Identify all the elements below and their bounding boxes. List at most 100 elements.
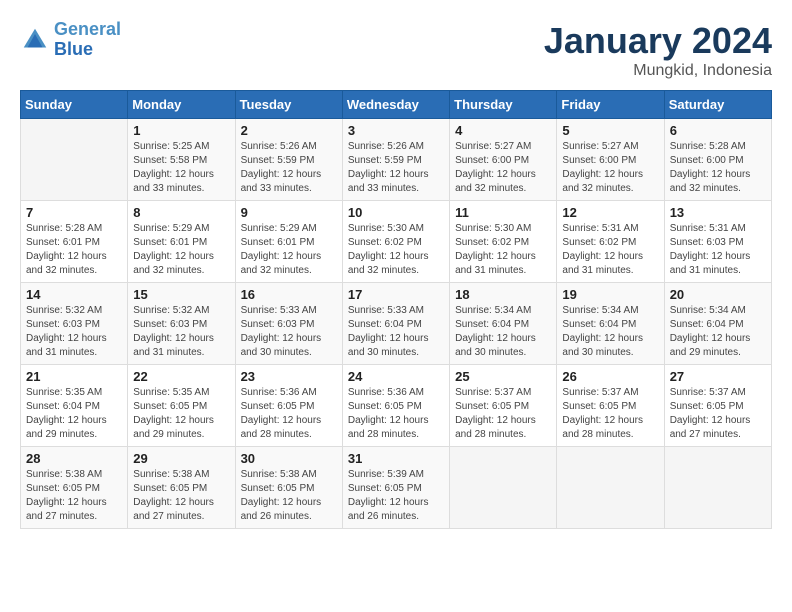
day-info: Sunrise: 5:38 AMSunset: 6:05 PMDaylight:… <box>26 468 122 524</box>
day-number: 6 <box>670 123 766 138</box>
header-sunday: Sunday <box>21 91 128 119</box>
logo-text: General Blue <box>54 20 121 60</box>
day-info: Sunrise: 5:27 AMSunset: 6:00 PMDaylight:… <box>455 140 551 196</box>
day-number: 4 <box>455 123 551 138</box>
calendar-cell: 15 Sunrise: 5:32 AMSunset: 6:03 PMDayligh… <box>128 283 235 365</box>
month-title: January 2024 <box>544 20 772 62</box>
calendar-cell: 1 Sunrise: 5:25 AMSunset: 5:58 PMDaylight… <box>128 119 235 201</box>
calendar-cell: 5 Sunrise: 5:27 AMSunset: 6:00 PMDaylight… <box>557 119 664 201</box>
day-info: Sunrise: 5:36 AMSunset: 6:05 PMDaylight:… <box>241 386 337 442</box>
day-number: 13 <box>670 205 766 220</box>
day-number: 19 <box>562 287 658 302</box>
calendar-header-row: SundayMondayTuesdayWednesdayThursdayFrid… <box>21 91 772 119</box>
day-number: 25 <box>455 369 551 384</box>
calendar-cell: 29 Sunrise: 5:38 AMSunset: 6:05 PMDayligh… <box>128 447 235 529</box>
day-info: Sunrise: 5:37 AMSunset: 6:05 PMDaylight:… <box>455 386 551 442</box>
calendar-cell: 17 Sunrise: 5:33 AMSunset: 6:04 PMDayligh… <box>342 283 449 365</box>
day-info: Sunrise: 5:38 AMSunset: 6:05 PMDaylight:… <box>133 468 229 524</box>
day-info: Sunrise: 5:39 AMSunset: 6:05 PMDaylight:… <box>348 468 444 524</box>
day-number: 1 <box>133 123 229 138</box>
calendar-cell: 9Sunrise: 5:29 AMSunset: 6:01 PMDaylight… <box>235 201 342 283</box>
day-info: Sunrise: 5:31 AMSunset: 6:02 PMDaylight:… <box>562 222 658 278</box>
calendar-cell: 21 Sunrise: 5:35 AMSunset: 6:04 PMDayligh… <box>21 365 128 447</box>
day-number: 16 <box>241 287 337 302</box>
calendar-cell: 26 Sunrise: 5:37 AMSunset: 6:05 PMDayligh… <box>557 365 664 447</box>
day-info: Sunrise: 5:35 AMSunset: 6:05 PMDaylight:… <box>133 386 229 442</box>
day-info: Sunrise: 5:34 AMSunset: 6:04 PMDaylight:… <box>670 304 766 360</box>
header-friday: Friday <box>557 91 664 119</box>
day-info: Sunrise: 5:34 AMSunset: 6:04 PMDaylight:… <box>455 304 551 360</box>
header-saturday: Saturday <box>664 91 771 119</box>
calendar-table: SundayMondayTuesdayWednesdayThursdayFrid… <box>20 90 772 529</box>
calendar-cell: 22Sunrise: 5:35 AMSunset: 6:05 PMDayligh… <box>128 365 235 447</box>
day-info: Sunrise: 5:30 AMSunset: 6:02 PMDaylight:… <box>455 222 551 278</box>
week-row-4: 21 Sunrise: 5:35 AMSunset: 6:04 PMDayligh… <box>21 365 772 447</box>
calendar-cell: 28 Sunrise: 5:38 AMSunset: 6:05 PMDayligh… <box>21 447 128 529</box>
calendar-cell: 25 Sunrise: 5:37 AMSunset: 6:05 PMDayligh… <box>450 365 557 447</box>
title-section: January 2024 Mungkid, Indonesia <box>544 20 772 80</box>
day-info: Sunrise: 5:33 AMSunset: 6:04 PMDaylight:… <box>348 304 444 360</box>
calendar-cell: 24Sunrise: 5:36 AMSunset: 6:05 PMDayligh… <box>342 365 449 447</box>
day-info: Sunrise: 5:37 AMSunset: 6:05 PMDaylight:… <box>562 386 658 442</box>
day-number: 23 <box>241 369 337 384</box>
day-info: Sunrise: 5:26 AMSunset: 5:59 PMDaylight:… <box>348 140 444 196</box>
day-number: 7 <box>26 205 122 220</box>
day-number: 17 <box>348 287 444 302</box>
day-number: 21 <box>26 369 122 384</box>
day-number: 3 <box>348 123 444 138</box>
calendar-cell: 10 Sunrise: 5:30 AMSunset: 6:02 PMDayligh… <box>342 201 449 283</box>
day-info: Sunrise: 5:32 AMSunset: 6:03 PMDaylight:… <box>133 304 229 360</box>
calendar-cell: 18 Sunrise: 5:34 AMSunset: 6:04 PMDayligh… <box>450 283 557 365</box>
calendar-cell: 12Sunrise: 5:31 AMSunset: 6:02 PMDayligh… <box>557 201 664 283</box>
calendar-cell <box>450 447 557 529</box>
day-number: 10 <box>348 205 444 220</box>
day-number: 28 <box>26 451 122 466</box>
calendar-cell: 16Sunrise: 5:33 AMSunset: 6:03 PMDayligh… <box>235 283 342 365</box>
day-info: Sunrise: 5:32 AMSunset: 6:03 PMDaylight:… <box>26 304 122 360</box>
day-info: Sunrise: 5:25 AMSunset: 5:58 PMDaylight:… <box>133 140 229 196</box>
day-number: 18 <box>455 287 551 302</box>
calendar-cell: 27Sunrise: 5:37 AMSunset: 6:05 PMDayligh… <box>664 365 771 447</box>
calendar-cell: 7 Sunrise: 5:28 AMSunset: 6:01 PMDaylight… <box>21 201 128 283</box>
day-number: 20 <box>670 287 766 302</box>
day-info: Sunrise: 5:31 AMSunset: 6:03 PMDaylight:… <box>670 222 766 278</box>
day-info: Sunrise: 5:27 AMSunset: 6:00 PMDaylight:… <box>562 140 658 196</box>
day-number: 30 <box>241 451 337 466</box>
day-number: 29 <box>133 451 229 466</box>
calendar-cell <box>664 447 771 529</box>
day-number: 15 <box>133 287 229 302</box>
calendar-cell: 2Sunrise: 5:26 AMSunset: 5:59 PMDaylight… <box>235 119 342 201</box>
day-info: Sunrise: 5:38 AMSunset: 6:05 PMDaylight:… <box>241 468 337 524</box>
day-number: 26 <box>562 369 658 384</box>
day-number: 5 <box>562 123 658 138</box>
logo: General Blue <box>20 20 121 60</box>
day-info: Sunrise: 5:30 AMSunset: 6:02 PMDaylight:… <box>348 222 444 278</box>
week-row-5: 28 Sunrise: 5:38 AMSunset: 6:05 PMDayligh… <box>21 447 772 529</box>
calendar-cell: 6 Sunrise: 5:28 AMSunset: 6:00 PMDaylight… <box>664 119 771 201</box>
calendar-cell <box>21 119 128 201</box>
day-number: 11 <box>455 205 551 220</box>
header-wednesday: Wednesday <box>342 91 449 119</box>
calendar-cell: 11 Sunrise: 5:30 AMSunset: 6:02 PMDayligh… <box>450 201 557 283</box>
day-info: Sunrise: 5:28 AMSunset: 6:00 PMDaylight:… <box>670 140 766 196</box>
day-number: 27 <box>670 369 766 384</box>
calendar-cell <box>557 447 664 529</box>
calendar-cell: 23 Sunrise: 5:36 AMSunset: 6:05 PMDayligh… <box>235 365 342 447</box>
calendar-cell: 3 Sunrise: 5:26 AMSunset: 5:59 PMDaylight… <box>342 119 449 201</box>
day-number: 24 <box>348 369 444 384</box>
page-header: General Blue January 2024 Mungkid, Indon… <box>20 20 772 80</box>
day-number: 8 <box>133 205 229 220</box>
calendar-cell: 8 Sunrise: 5:29 AMSunset: 6:01 PMDaylight… <box>128 201 235 283</box>
day-info: Sunrise: 5:26 AMSunset: 5:59 PMDaylight:… <box>241 140 337 196</box>
header-tuesday: Tuesday <box>235 91 342 119</box>
calendar-cell: 30 Sunrise: 5:38 AMSunset: 6:05 PMDayligh… <box>235 447 342 529</box>
week-row-1: 1 Sunrise: 5:25 AMSunset: 5:58 PMDaylight… <box>21 119 772 201</box>
header-monday: Monday <box>128 91 235 119</box>
day-info: Sunrise: 5:28 AMSunset: 6:01 PMDaylight:… <box>26 222 122 278</box>
day-info: Sunrise: 5:35 AMSunset: 6:04 PMDaylight:… <box>26 386 122 442</box>
day-info: Sunrise: 5:29 AMSunset: 6:01 PMDaylight:… <box>133 222 229 278</box>
day-info: Sunrise: 5:29 AMSunset: 6:01 PMDaylight:… <box>241 222 337 278</box>
day-number: 14 <box>26 287 122 302</box>
day-info: Sunrise: 5:34 AMSunset: 6:04 PMDaylight:… <box>562 304 658 360</box>
header-thursday: Thursday <box>450 91 557 119</box>
